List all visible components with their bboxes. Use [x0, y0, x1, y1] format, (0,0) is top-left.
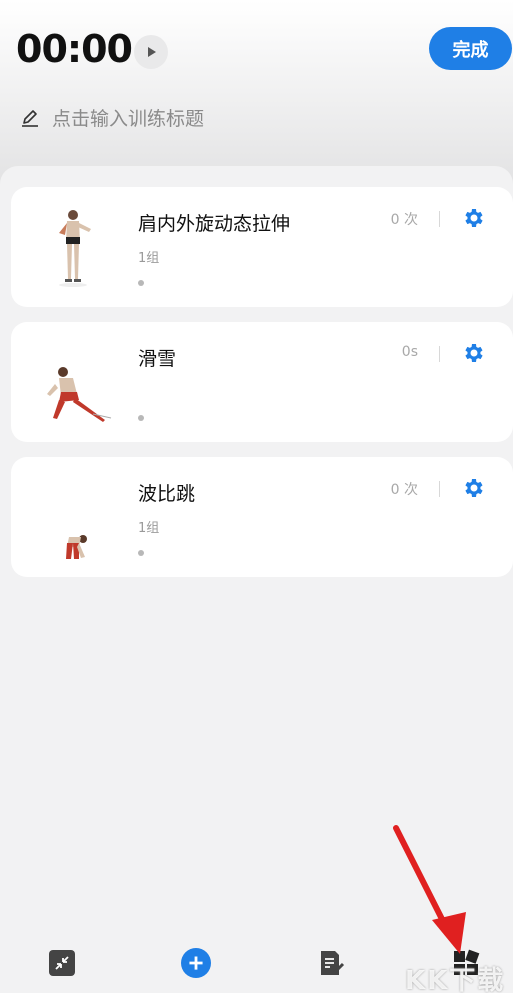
exercise-sets: 1组	[138, 251, 160, 266]
status-dot	[138, 415, 144, 421]
exercise-card[interactable]: 肩内外旋动态拉伸 1组 0 次	[11, 187, 513, 307]
exercise-illustration	[47, 367, 112, 422]
exercise-name: 滑雪	[138, 348, 177, 370]
exercise-illustration	[59, 210, 91, 287]
edit-note-icon	[321, 951, 345, 975]
divider	[439, 211, 440, 227]
divider	[439, 346, 440, 362]
exercise-count: 0 次	[390, 482, 418, 498]
status-dot	[138, 280, 144, 286]
exercise-list: 肩内外旋动态拉伸 1组 0 次 滑雪 0s 波比跳 1组 0 次	[0, 166, 513, 936]
done-button[interactable]: 完成	[429, 27, 512, 70]
gear-icon[interactable]	[461, 206, 485, 230]
exercise-illustration	[66, 535, 87, 559]
watermark: KK下载	[405, 966, 506, 993]
header: 00:00 完成 点击输入训练标题	[0, 0, 513, 175]
exercise-name: 波比跳	[138, 483, 196, 505]
collapse-icon	[49, 950, 75, 976]
exercise-card[interactable]: 波比跳 1组 0 次	[11, 457, 513, 577]
play-icon	[148, 47, 156, 57]
divider	[439, 481, 440, 497]
exercise-count: 0 次	[390, 212, 418, 228]
status-dot	[138, 550, 144, 556]
nav-notes[interactable]	[316, 948, 346, 978]
add-icon	[181, 948, 211, 978]
exercise-sets: 1组	[138, 521, 160, 536]
nav-collapse[interactable]	[47, 948, 77, 978]
exercise-duration: 0s	[401, 344, 418, 360]
nav-add[interactable]	[181, 948, 211, 978]
gear-icon[interactable]	[461, 476, 485, 500]
workout-title-input[interactable]: 点击输入训练标题	[52, 104, 204, 131]
gear-icon[interactable]	[461, 341, 485, 365]
exercise-card[interactable]: 滑雪 0s	[11, 322, 513, 442]
play-button[interactable]	[134, 35, 168, 69]
title-input-row[interactable]: 点击输入训练标题	[20, 104, 204, 131]
workout-timer: 00:00	[16, 27, 133, 71]
exercise-name: 肩内外旋动态拉伸	[138, 213, 291, 235]
pencil-icon	[22, 109, 38, 127]
